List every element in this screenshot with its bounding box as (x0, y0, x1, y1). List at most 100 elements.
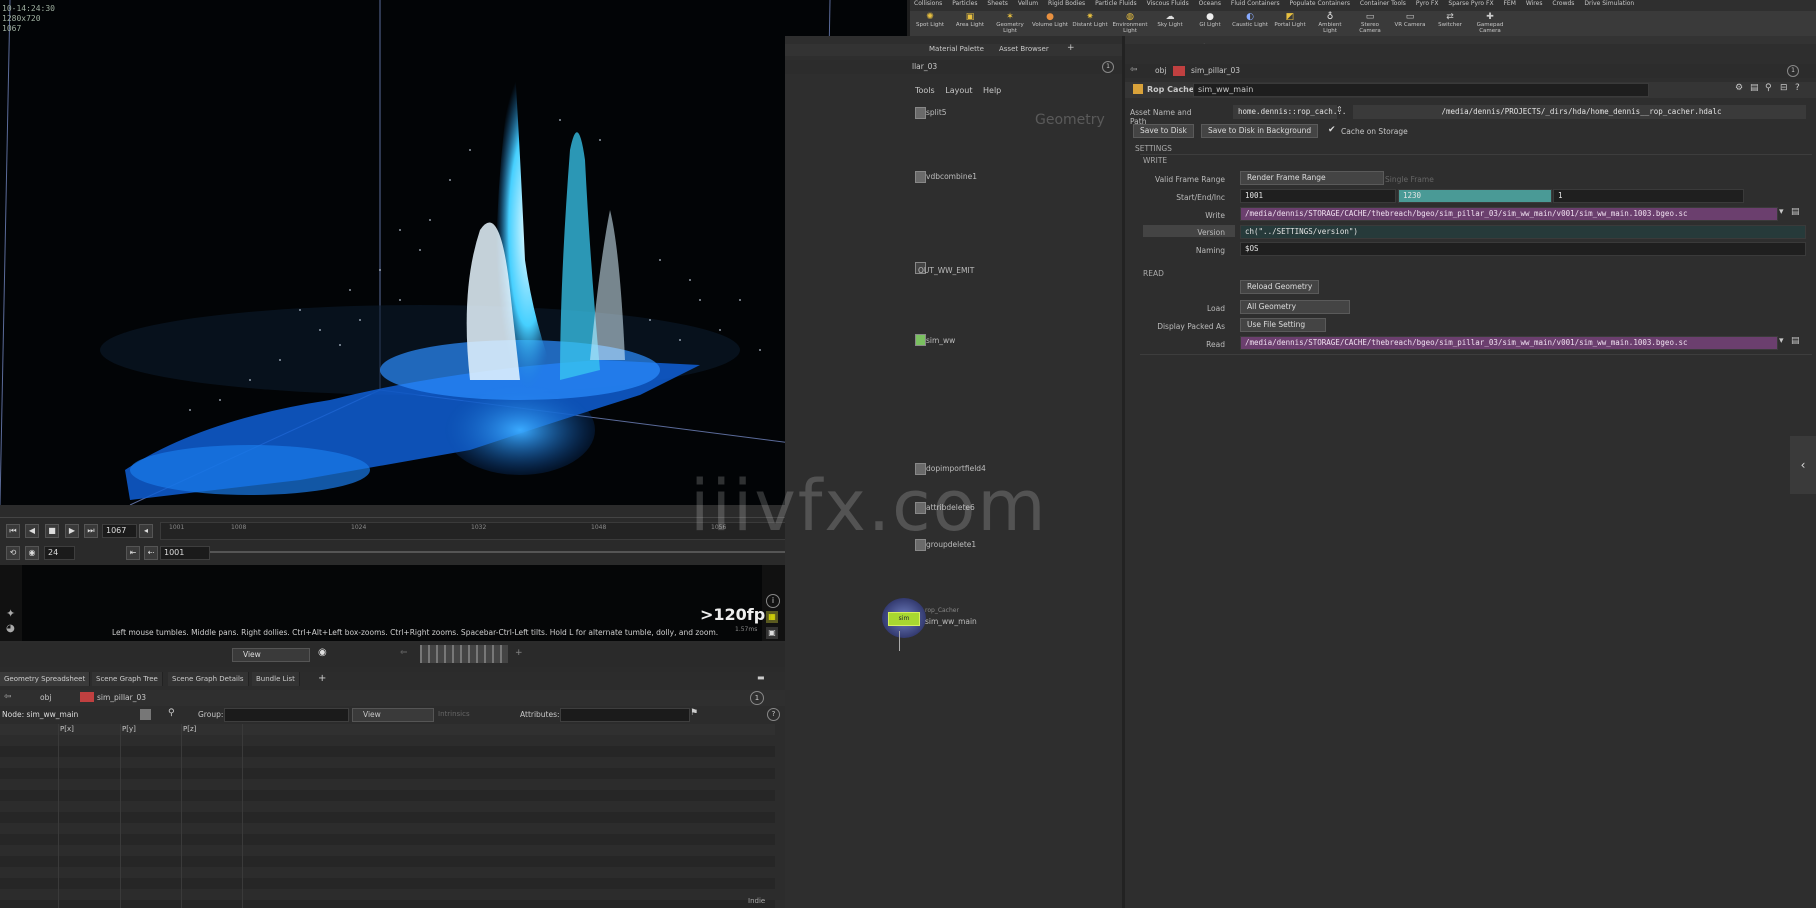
path-node[interactable]: sim_pillar_03 (97, 693, 146, 702)
jump-end-button[interactable]: ⏭ (84, 524, 98, 538)
scene-viewport[interactable]: 10-14:24:30 1280x720 1067 (0, 0, 907, 505)
scrub-handle[interactable] (420, 645, 508, 663)
load-select[interactable]: All Geometry (1240, 300, 1350, 314)
chevron-down-icon[interactable]: ▾ (1779, 207, 1784, 217)
checkbox-checked-icon[interactable]: ✔ (1328, 125, 1336, 135)
switcher-tool[interactable]: ⇄ Switcher (1432, 12, 1468, 36)
fps-field[interactable]: 24 (44, 546, 75, 560)
stop-button[interactable]: ■ (45, 524, 59, 538)
shelf-tab[interactable]: Pyro FX (1412, 0, 1443, 7)
gamepad-camera-tool[interactable]: ✚ Gamepad Camera (1472, 12, 1508, 36)
spot-light-tool[interactable]: ✺ Spot Light (912, 12, 948, 36)
tab-material-palette[interactable]: Material Palette (925, 45, 988, 53)
spreadsheet-table[interactable]: P[x] P[y] P[z] (0, 724, 775, 908)
increment-field[interactable]: 1 (1553, 189, 1744, 203)
column-header[interactable]: P[z] (183, 725, 196, 733)
save-to-disk-background-button[interactable]: Save to Disk in Background (1201, 124, 1319, 138)
add-tab-icon[interactable]: + (1067, 43, 1075, 53)
node-name-field[interactable]: sim_ww_main (1193, 83, 1649, 97)
column-header[interactable]: P[x] (60, 725, 74, 733)
filter-icon[interactable]: ⚲ (168, 708, 175, 718)
shelf-tab[interactable]: Crowds (1548, 0, 1578, 7)
stereo-camera-tool[interactable]: ▭ Stereo Camera (1352, 12, 1388, 36)
range-prev-button[interactable]: ⇠ (144, 546, 158, 560)
node-sim-ww-main[interactable]: sim (888, 612, 920, 626)
menu-layout[interactable]: Layout (945, 86, 972, 95)
add-tab-icon[interactable]: + (318, 673, 326, 684)
save-to-disk-button[interactable]: Save to Disk (1133, 124, 1194, 138)
add-icon[interactable]: + (515, 648, 523, 658)
shelf-tab[interactable]: Populate Containers (1286, 0, 1354, 7)
area-light-tool[interactable]: ▣ Area Light (952, 12, 988, 36)
ambient-light-tool[interactable]: ♁ Ambient Light (1312, 12, 1348, 36)
help-book-icon[interactable]: ▤ (1750, 83, 1759, 93)
asset-name-select[interactable]: home.dennis::rop_cach... (1233, 105, 1346, 119)
end-frame-field[interactable]: 1230 (1398, 189, 1552, 203)
node-vdbcombine1[interactable] (915, 171, 926, 183)
node-sim-ww[interactable] (915, 334, 926, 346)
tab-bundle-list[interactable]: Bundle List (252, 672, 300, 686)
realtime-toggle[interactable]: ◉ (25, 546, 39, 560)
collapse-arrow-icon[interactable]: ‹ (1790, 436, 1816, 494)
gear-icon[interactable]: ⚙ (1735, 83, 1743, 93)
lock-icon[interactable]: ⊟ (1780, 83, 1788, 93)
shelf-tab[interactable]: Sheets (983, 0, 1011, 7)
gi-light-tool[interactable]: ● GI Light (1192, 12, 1228, 36)
attributes-field[interactable] (560, 708, 690, 722)
search-icon[interactable]: ⚲ (1765, 83, 1772, 93)
naming-field[interactable]: $OS (1240, 242, 1806, 256)
shelf-tab[interactable]: Collisions (910, 0, 946, 7)
pin-icon[interactable]: 1 (1102, 61, 1114, 73)
points-mode-icon[interactable] (140, 709, 151, 720)
network-path[interactable]: llar_03 (912, 62, 937, 71)
arrow-left-icon[interactable]: ⇐ (400, 648, 408, 658)
tab-scene-graph-tree[interactable]: Scene Graph Tree (92, 672, 163, 686)
menu-tools[interactable]: Tools (915, 86, 935, 95)
environment-light-tool[interactable]: ◍ Environment Light (1112, 12, 1148, 36)
range-start-button[interactable]: ⇤ (126, 546, 140, 560)
shelf-tab[interactable]: Container Tools (1356, 0, 1410, 7)
version-expression-field[interactable]: ch("../SETTINGS/version") (1240, 225, 1806, 239)
distant-light-tool[interactable]: ✷ Distant Light (1072, 12, 1108, 36)
node-split5[interactable] (915, 107, 926, 119)
info-icon[interactable]: i (766, 594, 780, 608)
grid-icon[interactable]: ▦ (766, 611, 778, 623)
path-obj[interactable]: obj (1155, 66, 1166, 75)
pin-icon[interactable]: 1 (750, 691, 764, 705)
shelf-tab[interactable]: Particles (948, 0, 981, 7)
snapshot-icon[interactable]: ▣ (766, 627, 778, 639)
range-slider[interactable] (210, 551, 855, 553)
view-dropdown[interactable]: View (232, 648, 310, 662)
sky-light-tool[interactable]: ☁ Sky Light (1152, 12, 1188, 36)
play-button[interactable]: ▶ (65, 524, 79, 538)
shelf-tab[interactable]: FEM (1499, 0, 1519, 7)
intrinsics-toggle[interactable]: Intrinsics (438, 710, 470, 718)
portal-light-tool[interactable]: ◩ Portal Light (1272, 12, 1308, 36)
shelf-tab[interactable]: Vellum (1014, 0, 1042, 7)
volume-light-tool[interactable]: ● Volume Light (1032, 12, 1068, 36)
loop-button[interactable]: ⟲ (6, 546, 20, 560)
caustic-light-tool[interactable]: ◐ Caustic Light (1232, 12, 1268, 36)
valid-frame-range-select[interactable]: Render Frame Range (1240, 171, 1384, 185)
step-back-button[interactable]: ◀ (25, 524, 39, 538)
jump-start-button[interactable]: ⏮ (6, 524, 20, 538)
path-obj[interactable]: obj (40, 693, 51, 702)
write-path-field[interactable]: /media/dennis/STORAGE/CACHE/thebreach/bg… (1240, 207, 1778, 221)
geometry-light-tool[interactable]: ✶ Geometry Light (992, 12, 1028, 36)
tab-scene-graph-details[interactable]: Scene Graph Details (168, 672, 249, 686)
menu-help[interactable]: Help (983, 86, 1001, 95)
vr-camera-tool[interactable]: ▭ VR Camera (1392, 12, 1428, 36)
eye-icon[interactable]: ◉ (318, 647, 327, 658)
pane-menu-icon[interactable]: ▬ (757, 673, 765, 682)
shelf-tab[interactable]: Viscous Fluids (1143, 0, 1193, 7)
asset-path-select[interactable]: /media/dennis/PROJECTS/_dirs/hda/home_de… (1353, 105, 1806, 119)
chevron-down-icon[interactable]: ▾ (1779, 336, 1784, 346)
shelf-tab[interactable]: Fluid Containers (1227, 0, 1284, 7)
shelf-tab[interactable]: Drive Simulation (1580, 0, 1638, 7)
group-field[interactable] (224, 708, 349, 722)
path-node[interactable]: sim_pillar_03 (1191, 66, 1240, 75)
shelf-tab[interactable]: Oceans (1195, 0, 1225, 7)
settings-section[interactable]: SETTINGS (1135, 144, 1172, 153)
tab-geometry-spreadsheet[interactable]: Geometry Spreadsheet (0, 672, 91, 686)
camera-icon[interactable]: ◕ (6, 623, 15, 634)
